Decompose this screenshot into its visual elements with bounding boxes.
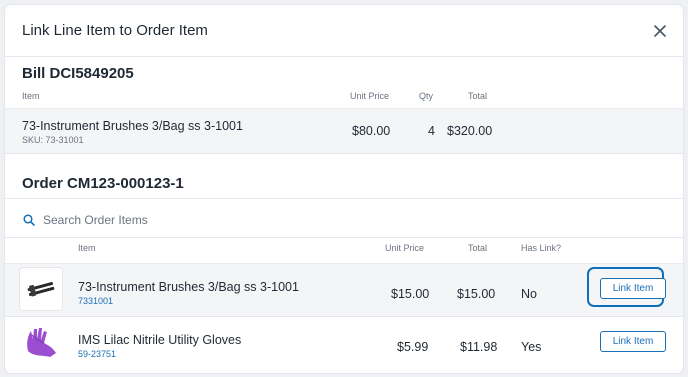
bill-item-unit-price: $80.00 xyxy=(352,124,391,138)
bill-col-item: Item xyxy=(22,91,40,101)
bill-item-name: 73-Instrument Brushes 3/Bag ss 3-1001 xyxy=(22,119,243,133)
order-search-bar xyxy=(5,198,683,238)
modal-title: Link Line Item to Order Item xyxy=(22,22,208,39)
order-col-item: Item xyxy=(78,243,96,253)
instrument-brushes-image xyxy=(20,268,62,310)
order-item-sku[interactable]: 7331001 xyxy=(78,296,113,306)
order-item-total: $15.00 xyxy=(457,287,496,301)
bill-item-qty: 4 xyxy=(428,124,435,138)
order-col-unit-price: Unit Price xyxy=(385,243,425,253)
order-col-has-link: Has Link? xyxy=(521,243,562,253)
close-button[interactable] xyxy=(651,22,669,40)
bill-col-total: Total xyxy=(468,91,488,101)
order-item-name: IMS Lilac Nitrile Utility Gloves xyxy=(78,333,242,347)
bill-col-unit-price: Unit Price xyxy=(350,91,390,101)
bill-item-sku: SKU: 73-31001 xyxy=(22,135,84,145)
order-item-row: 73-Instrument Brushes 3/Bag ss 3-1001 73… xyxy=(5,263,683,317)
order-item-has-link: Yes xyxy=(521,340,542,354)
close-icon xyxy=(654,25,666,37)
order-item-unit-price: $15.00 xyxy=(391,287,430,301)
bill-col-qty: Qty xyxy=(419,91,434,101)
bill-title: Bill DCI5849205 xyxy=(22,65,134,82)
bill-line-row: 73-Instrument Brushes 3/Bag ss 3-1001 SK… xyxy=(5,108,683,154)
order-item-has-link: No xyxy=(521,287,537,301)
order-item-unit-price: $5.99 xyxy=(397,340,429,354)
order-item-total: $11.98 xyxy=(460,340,498,354)
link-item-button[interactable]: Link Item xyxy=(600,331,666,352)
bill-item-total: $320.00 xyxy=(447,124,493,138)
link-line-item-modal: Link Line Item to Order Item Bill DCI584… xyxy=(5,5,683,373)
order-item-sku[interactable]: 59-23751 xyxy=(78,349,116,359)
order-title: Order CM123-000123-1 xyxy=(22,175,184,192)
search-icon xyxy=(23,214,35,226)
order-col-total: Total xyxy=(468,243,488,253)
lilac-gloves-image xyxy=(20,321,62,363)
order-item-name: 73-Instrument Brushes 3/Bag ss 3-1001 xyxy=(78,280,299,294)
search-order-items-input[interactable] xyxy=(41,209,445,231)
order-item-row: IMS Lilac Nitrile Utility Gloves 59-2375… xyxy=(5,317,683,369)
link-item-button[interactable]: Link Item xyxy=(600,278,666,299)
modal-header: Link Line Item to Order Item xyxy=(5,5,683,57)
